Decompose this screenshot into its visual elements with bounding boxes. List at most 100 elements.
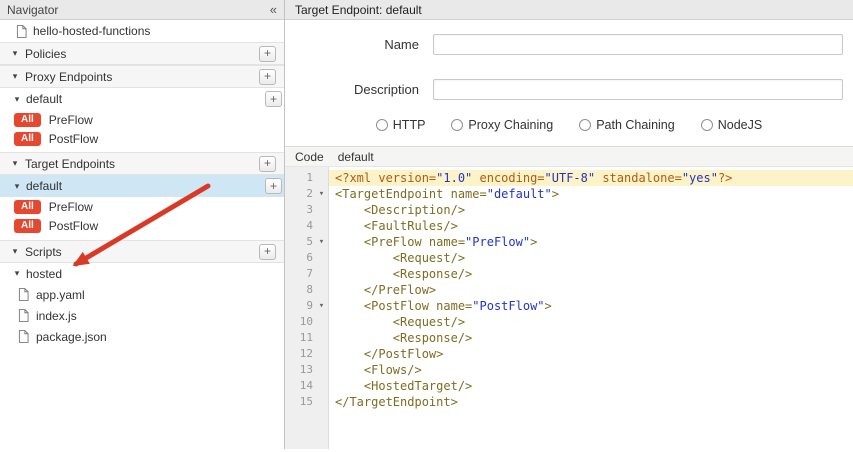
gutter-line-number: 4 — [285, 218, 328, 234]
plus-icon: + — [264, 69, 271, 83]
fold-arrow-icon[interactable]: ▾ — [315, 186, 328, 202]
radio-option-path-chaining[interactable]: Path Chaining — [579, 118, 675, 132]
flow-condition-badge: All — [14, 132, 41, 146]
radio-label: HTTP — [393, 118, 426, 132]
tree-item-proxy-preflow[interactable]: All PreFlow — [0, 110, 284, 129]
tree-item-target-preflow[interactable]: All PreFlow — [0, 197, 284, 216]
document-icon — [16, 25, 27, 38]
navigator-title: Navigator — [7, 3, 270, 17]
name-field-row: Name — [293, 34, 845, 55]
code-line[interactable]: </TargetEndpoint> — [329, 394, 853, 410]
code-line[interactable]: </PreFlow> — [329, 282, 853, 298]
file-icon — [18, 288, 29, 301]
gutter-line-number: 3 — [285, 202, 328, 218]
code-lines[interactable]: <?xml version="1.0" encoding="UTF-8" sta… — [329, 167, 853, 449]
tree-item-file-index-js[interactable]: index.js — [0, 305, 284, 326]
tree-item-file-app-yaml[interactable]: app.yaml — [0, 284, 284, 305]
section-target-endpoints-header[interactable]: ▾ Target Endpoints + — [0, 152, 284, 175]
flow-condition-badge: All — [14, 219, 41, 233]
disclosure-triangle-icon: ▾ — [12, 182, 22, 191]
page-title: Target Endpoint: default — [295, 3, 422, 17]
code-line[interactable]: <Response/> — [329, 330, 853, 346]
radio-option-nodejs[interactable]: NodeJS — [701, 118, 762, 132]
name-label: Name — [293, 37, 433, 52]
section-scripts-header[interactable]: ▾ Scripts + — [0, 240, 284, 263]
add-script-button[interactable]: + — [259, 244, 276, 260]
code-line[interactable]: <PostFlow name="PostFlow"> — [329, 298, 853, 314]
plus-icon: + — [270, 179, 277, 193]
radio-label: Path Chaining — [596, 118, 675, 132]
plus-icon: + — [264, 156, 271, 170]
tree-item-hosted-folder[interactable]: ▾ hosted — [0, 263, 284, 284]
code-line[interactable]: <Request/> — [329, 314, 853, 330]
section-policies-header[interactable]: ▾ Policies + — [0, 42, 284, 65]
proxy-endpoint-label: default — [26, 92, 62, 106]
code-header: Code default — [285, 146, 853, 167]
radio-circle-icon — [376, 119, 388, 131]
gutter-line-number: 9▾ — [285, 298, 328, 314]
description-input[interactable] — [433, 79, 843, 100]
radio-circle-icon — [451, 119, 463, 131]
proxy-root-label: hello-hosted-functions — [33, 24, 150, 38]
code-line[interactable]: <Response/> — [329, 266, 853, 282]
code-editor[interactable]: 12▾345▾6789▾101112131415 <?xml version="… — [285, 167, 853, 449]
navigator-panel: Navigator « hello-hosted-functions ▾ Pol… — [0, 0, 285, 449]
navigator-collapse-button[interactable]: « — [270, 3, 277, 16]
radio-circle-icon — [579, 119, 591, 131]
file-label: app.yaml — [36, 288, 85, 302]
tree-item-file-package-json[interactable]: package.json — [0, 326, 284, 347]
add-target-flow-button[interactable]: + — [265, 178, 282, 194]
flow-condition-badge: All — [14, 113, 41, 127]
add-target-endpoint-button[interactable]: + — [259, 156, 276, 172]
tree-item-proxy-default[interactable]: ▾ default + — [0, 88, 284, 110]
radio-option-proxy-chaining[interactable]: Proxy Chaining — [451, 118, 553, 132]
plus-icon: + — [264, 46, 271, 60]
section-label-policies: Policies — [25, 47, 66, 61]
code-line[interactable]: <Request/> — [329, 250, 853, 266]
code-line[interactable]: <FaultRules/> — [329, 218, 853, 234]
flow-label: PostFlow — [49, 219, 98, 233]
endpoint-type-radio-group: HTTP Proxy Chaining Path Chaining NodeJS — [293, 118, 845, 132]
file-label: package.json — [36, 330, 107, 344]
code-line[interactable]: <PreFlow name="PreFlow"> — [329, 234, 853, 250]
fold-arrow-icon[interactable]: ▾ — [315, 234, 328, 250]
add-proxy-endpoint-button[interactable]: + — [259, 69, 276, 85]
radio-label: NodeJS — [718, 118, 762, 132]
app-window: Navigator « hello-hosted-functions ▾ Pol… — [0, 0, 853, 449]
tab-code[interactable]: Code — [295, 150, 324, 164]
code-line[interactable]: <Description/> — [329, 202, 853, 218]
tree-item-target-postflow[interactable]: All PostFlow — [0, 216, 284, 235]
gutter-line-number: 10 — [285, 314, 328, 330]
gutter-line-number: 12 — [285, 346, 328, 362]
file-label: index.js — [36, 309, 77, 323]
target-endpoint-label: default — [26, 179, 62, 193]
flow-condition-badge: All — [14, 200, 41, 214]
radio-option-http[interactable]: HTTP — [376, 118, 426, 132]
description-label: Description — [293, 82, 433, 97]
gutter-line-number: 1 — [285, 170, 328, 186]
main-header: Target Endpoint: default — [285, 0, 853, 20]
tree-item-proxy-root[interactable]: hello-hosted-functions — [0, 20, 284, 42]
collapse-icon: « — [270, 2, 277, 17]
code-line[interactable]: <?xml version="1.0" encoding="UTF-8" sta… — [329, 170, 853, 186]
section-label-proxy-endpoints: Proxy Endpoints — [25, 70, 112, 84]
add-policy-button[interactable]: + — [259, 46, 276, 62]
tree-item-proxy-postflow[interactable]: All PostFlow — [0, 129, 284, 148]
disclosure-triangle-icon: ▾ — [12, 269, 22, 278]
endpoint-form: Name Description HTTP Proxy Chaining P — [285, 20, 853, 146]
fold-arrow-icon[interactable]: ▾ — [315, 298, 328, 314]
gutter-line-number: 5▾ — [285, 234, 328, 250]
code-line[interactable]: </PostFlow> — [329, 346, 853, 362]
disclosure-triangle-icon: ▾ — [12, 95, 22, 104]
gutter-line-number: 15 — [285, 394, 328, 410]
gutter-line-number: 7 — [285, 266, 328, 282]
tree-item-target-default[interactable]: ▾ default + — [0, 175, 284, 197]
gutter-line-number: 14 — [285, 378, 328, 394]
code-line[interactable]: <Flows/> — [329, 362, 853, 378]
name-input[interactable] — [433, 34, 843, 55]
main-panel: Target Endpoint: default Name Descriptio… — [285, 0, 853, 449]
code-line[interactable]: <HostedTarget/> — [329, 378, 853, 394]
section-proxy-endpoints-header[interactable]: ▾ Proxy Endpoints + — [0, 65, 284, 88]
code-line[interactable]: <TargetEndpoint name="default"> — [329, 186, 853, 202]
add-proxy-flow-button[interactable]: + — [265, 91, 282, 107]
